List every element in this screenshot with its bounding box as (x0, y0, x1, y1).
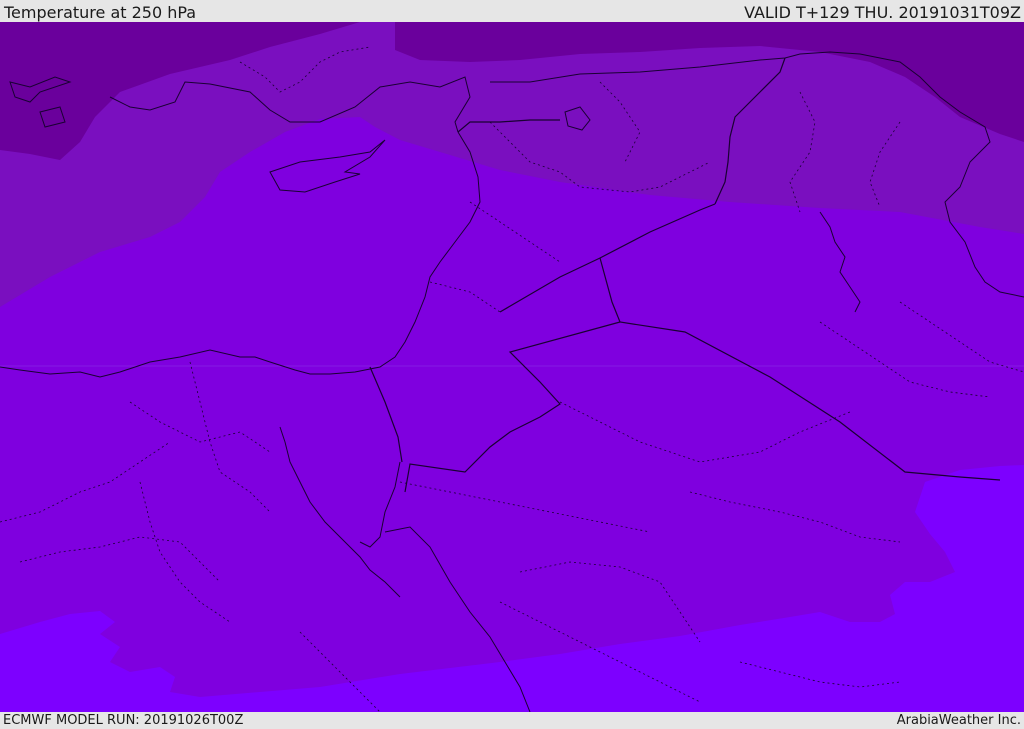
map-title: Temperature at 250 hPa (4, 3, 197, 22)
valid-time-label: VALID T+129 THU. 20191031T09Z (744, 3, 1021, 22)
footer-bar: ECMWF MODEL RUN: 20191026T00Z ArabiaWeat… (0, 712, 1024, 729)
temperature-map[interactable] (0, 22, 1024, 712)
header-bar: Temperature at 250 hPa VALID T+129 THU. … (0, 0, 1024, 22)
map-canvas (0, 22, 1024, 712)
model-run-label: ECMWF MODEL RUN: 20191026T00Z (3, 713, 244, 728)
credit-label: ArabiaWeather Inc. (896, 713, 1021, 728)
